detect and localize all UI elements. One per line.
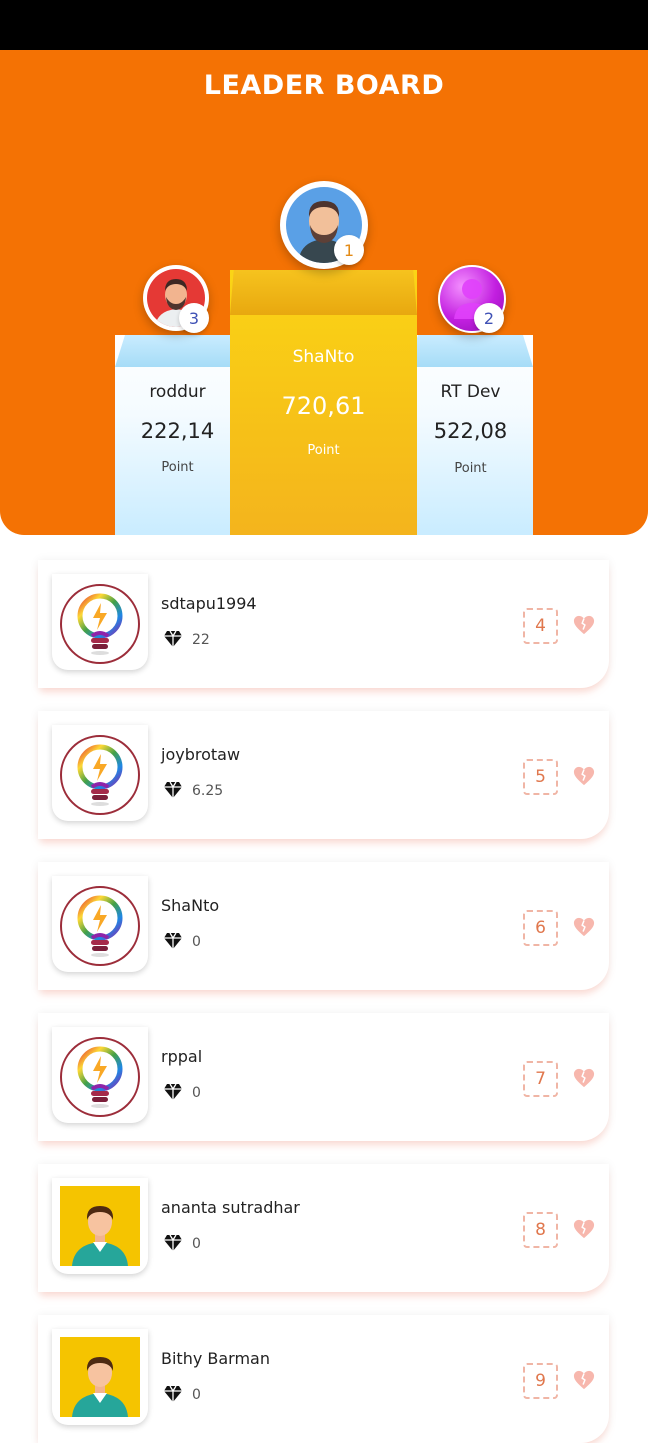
leaderboard-header: LEADER BOARD roddur 222,14 Point RT Dev …: [0, 50, 648, 535]
rank-box: 8: [523, 1212, 558, 1248]
list-item[interactable]: sdtapu1994 22 4: [38, 560, 609, 688]
page-title: LEADER BOARD: [203, 70, 445, 101]
player-name: rppal: [161, 1047, 203, 1066]
rank-box: 6: [523, 910, 558, 946]
diamond-icon: [163, 1234, 183, 1252]
player-points: 6.25: [192, 783, 224, 799]
rank-box: 4: [523, 608, 558, 644]
avatar-frame: [60, 735, 140, 815]
person-icon: [60, 1186, 140, 1266]
list-item[interactable]: ShaNto 0 6: [38, 862, 609, 990]
bulb-icon: [70, 1043, 130, 1113]
player-name: joybrotaw: [161, 745, 241, 764]
list-item[interactable]: rppal 0 7: [38, 1013, 609, 1141]
podium-cap: [115, 335, 240, 367]
podium-cap: [230, 270, 417, 315]
heart-icon[interactable]: [573, 765, 595, 787]
podium-unit: Point: [307, 443, 340, 458]
heart-icon[interactable]: [573, 1369, 595, 1391]
player-name: ananta sutradhar: [161, 1198, 300, 1217]
player-name: ShaNto: [161, 896, 220, 915]
podium-rank-2[interactable]: RT Dev 522,08 Point: [408, 335, 533, 535]
rank-badge: 1: [334, 235, 364, 265]
heart-icon[interactable]: [573, 614, 595, 636]
heart-icon[interactable]: [573, 1067, 595, 1089]
bulb-icon: [70, 590, 130, 660]
avatar-rank-3[interactable]: 3: [143, 265, 209, 333]
rank-badge: 2: [474, 303, 504, 333]
avatar: [52, 876, 148, 972]
heart-icon[interactable]: [573, 1218, 595, 1240]
diamond-icon: [163, 781, 183, 799]
bulb-icon: [70, 892, 130, 962]
rank-box: 9: [523, 1363, 558, 1399]
podium-unit: Point: [454, 461, 487, 476]
rank-box: 5: [523, 759, 558, 795]
player-points: 0: [192, 934, 201, 950]
bulb-icon: [70, 741, 130, 811]
status-bar: [0, 0, 648, 50]
podium-score: 222,14: [140, 419, 215, 443]
podium-score: 522,08: [433, 419, 508, 443]
avatar: [52, 1329, 148, 1425]
diamond-icon: [163, 1385, 183, 1403]
diamond-icon: [163, 1083, 183, 1101]
list-item[interactable]: Bithy Barman 0 9: [38, 1315, 609, 1443]
podium-score: 720,61: [281, 392, 366, 420]
podium-rank-3[interactable]: roddur 222,14 Point: [115, 335, 240, 535]
podium-name: RT Dev: [440, 382, 501, 402]
podium-cap: [408, 335, 533, 367]
podium-name: roddur: [149, 382, 206, 402]
avatar-frame: [60, 1337, 140, 1417]
list-item[interactable]: joybrotaw 6.25 5: [38, 711, 609, 839]
podium-unit: Point: [161, 460, 194, 475]
avatar: [52, 1027, 148, 1123]
avatar-frame: [60, 1186, 140, 1266]
player-points: 0: [192, 1236, 201, 1252]
avatar-rank-2[interactable]: 2: [438, 265, 506, 333]
podium-name: ShaNto: [292, 347, 355, 367]
player-points: 22: [192, 632, 210, 648]
avatar-rank-1[interactable]: 1: [280, 181, 368, 269]
avatar: [52, 574, 148, 670]
player-points: 0: [192, 1085, 201, 1101]
diamond-icon: [163, 932, 183, 950]
podium-rank-1[interactable]: ShaNto 720,61 Point: [230, 270, 417, 535]
heart-icon[interactable]: [573, 916, 595, 938]
rank-box: 7: [523, 1061, 558, 1097]
player-points: 0: [192, 1387, 201, 1403]
player-name: Bithy Barman: [161, 1349, 270, 1368]
diamond-icon: [163, 630, 183, 648]
list-item[interactable]: ananta sutradhar 0 8: [38, 1164, 609, 1292]
avatar: [52, 1178, 148, 1274]
person-icon: [60, 1337, 140, 1417]
avatar-frame: [60, 1037, 140, 1117]
rank-badge: 3: [179, 303, 209, 333]
player-name: sdtapu1994: [161, 594, 257, 613]
avatar-frame: [60, 584, 140, 664]
avatar-frame: [60, 886, 140, 966]
avatar: [52, 725, 148, 821]
